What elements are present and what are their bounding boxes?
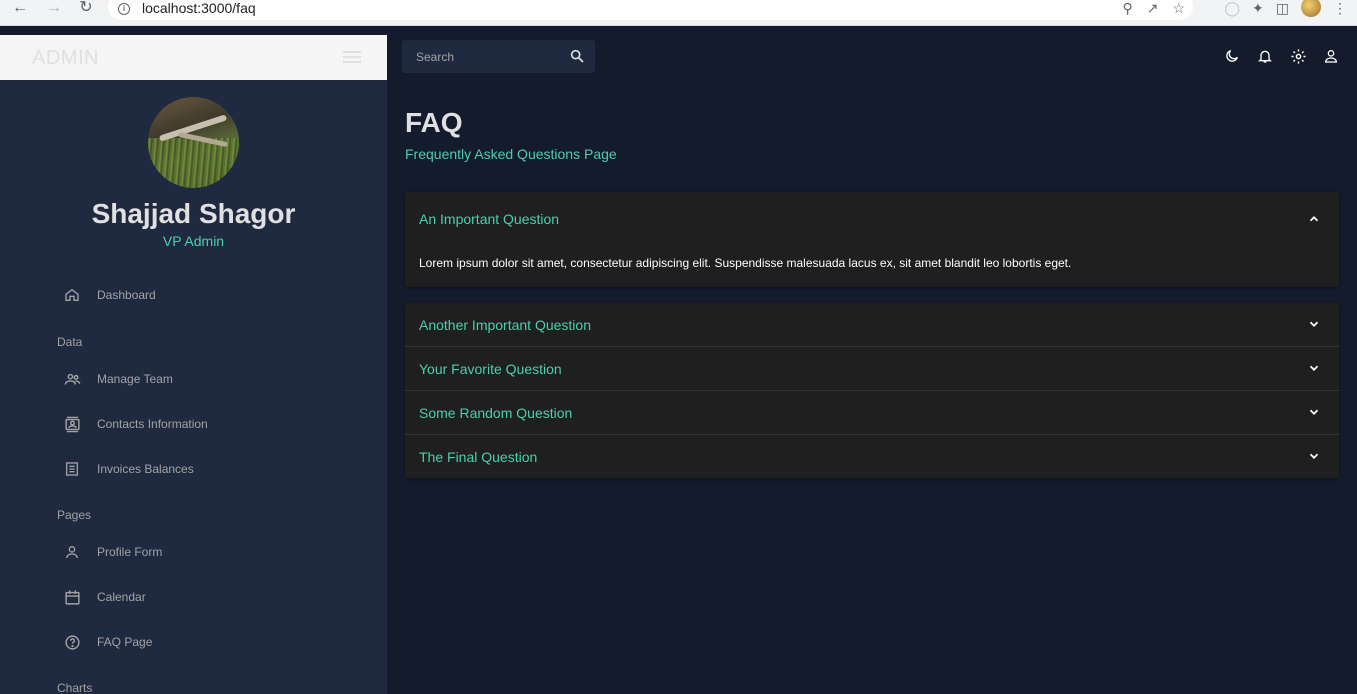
people-icon <box>60 367 84 391</box>
contacts-icon <box>60 412 84 436</box>
back-icon[interactable]: ← <box>10 0 30 16</box>
brand-logo: ADMIN <box>32 47 99 69</box>
sidebar-item-label: Manage Team <box>97 372 173 386</box>
profile-role: VP Admin <box>162 233 225 249</box>
dark-mode-icon[interactable] <box>1223 46 1241 66</box>
sidebar-item-label: Contacts Information <box>97 417 208 431</box>
faq-question: An Important Question <box>419 211 560 227</box>
topbar-icons <box>1223 46 1340 66</box>
account-icon[interactable] <box>1322 46 1340 66</box>
profile-avatar <box>148 97 239 188</box>
sidebar-item-faq[interactable]: FAQ Page <box>57 630 152 654</box>
sidebar-item-label: Invoices Balances <box>97 462 194 476</box>
faq-answer: Lorem ipsum dolor sit amet, consectetur … <box>419 256 1072 270</box>
search-box <box>402 40 595 73</box>
url-text[interactable]: localhost:3000/faq <box>142 0 256 16</box>
faq-question: Some Random Question <box>419 404 573 421</box>
address-bar[interactable]: i localhost:3000/faq ⚲ ↗ ☆ <box>108 0 1193 20</box>
section-label-data: Data <box>57 335 83 349</box>
forward-icon[interactable]: → <box>44 0 64 16</box>
section-label-pages: Pages <box>57 508 92 522</box>
browser-toolbar: ← → ↻ i localhost:3000/faq ⚲ ↗ ☆ ◯ ✦ ◫ ⋮ <box>0 0 1357 26</box>
sidebar-item-dashboard[interactable]: Dashboard <box>57 283 156 307</box>
section-label-charts: Charts <box>57 681 93 694</box>
faq-question: Another Important Question <box>419 316 591 333</box>
sidebar-item-calendar[interactable]: Calendar <box>57 585 146 609</box>
faq-question: The Final Question <box>419 448 538 465</box>
faq-question-header[interactable]: The Final Question <box>405 435 1339 478</box>
sidebar: ADMIN Shajjad Shagor VP Admin Dashboard … <box>0 35 387 694</box>
share-icon[interactable]: ↗ <box>1147 0 1159 17</box>
extension-circle-icon[interactable]: ◯ <box>1224 0 1240 17</box>
zoom-icon[interactable]: ⚲ <box>1122 0 1132 17</box>
sidebar-item-label: FAQ Page <box>97 635 153 649</box>
help-icon <box>60 630 84 654</box>
faq-question-header[interactable]: An Important Question <box>405 192 1339 246</box>
chevron-down-icon[interactable] <box>1307 317 1321 331</box>
reload-icon[interactable]: ↻ <box>76 0 96 16</box>
sidebar-header: ADMIN <box>0 35 387 80</box>
chevron-down-icon[interactable] <box>1307 405 1321 419</box>
sidebar-item-invoices[interactable]: Invoices Balances <box>57 457 194 481</box>
bookmark-star-icon[interactable]: ☆ <box>1172 0 1185 17</box>
extensions-puzzle-icon[interactable]: ✦ <box>1252 0 1264 17</box>
page-subtitle: Frequently Asked Questions Page <box>405 146 617 162</box>
chevron-down-icon[interactable] <box>1307 361 1321 375</box>
faq-question: Your Favorite Question <box>419 360 562 377</box>
faq-question-header[interactable]: Your Favorite Question <box>405 347 1339 390</box>
sidebar-item-label: Profile Form <box>97 545 163 559</box>
page-title: FAQ <box>405 107 463 138</box>
menu-toggle-icon[interactable] <box>341 48 363 66</box>
faq-question-header[interactable]: Another Important Question <box>405 303 1339 346</box>
sidebar-item-label: Dashboard <box>97 288 156 302</box>
receipt-icon <box>60 457 84 481</box>
faq-question-header[interactable]: Some Random Question <box>405 391 1339 434</box>
calendar-icon <box>60 585 84 609</box>
profile-name: Shajjad Shagor <box>91 198 296 229</box>
chevron-up-icon[interactable] <box>1307 212 1321 226</box>
settings-icon[interactable] <box>1289 46 1307 66</box>
sidebar-item-manage-team[interactable]: Manage Team <box>57 367 173 391</box>
site-info-icon[interactable]: i <box>118 3 130 15</box>
search-input[interactable] <box>402 40 562 73</box>
sidebar-item-label: Calendar <box>97 590 146 604</box>
search-icon[interactable] <box>569 48 585 64</box>
browser-menu-icon[interactable]: ⋮ <box>1333 0 1347 17</box>
sidebar-item-profile-form[interactable]: Profile Form <box>57 540 162 564</box>
faq-list: Another Important Question Your Favorite… <box>405 303 1339 478</box>
chevron-down-icon[interactable] <box>1307 449 1321 463</box>
side-panel-icon[interactable]: ◫ <box>1276 0 1289 17</box>
home-icon <box>60 283 84 307</box>
notifications-icon[interactable] <box>1256 46 1274 66</box>
person-icon <box>60 540 84 564</box>
sidebar-item-contacts[interactable]: Contacts Information <box>57 412 208 436</box>
faq-item: An Important Question Lorem ipsum dolor … <box>405 192 1339 287</box>
browser-profile-avatar[interactable] <box>1301 0 1321 17</box>
